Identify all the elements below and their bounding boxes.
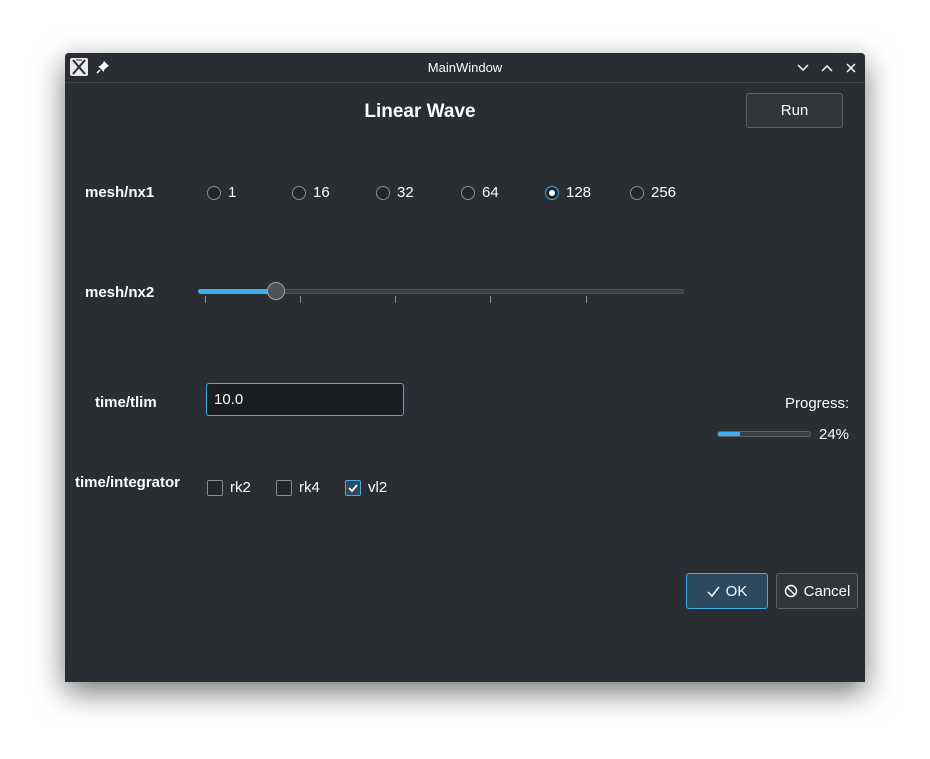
tlim-input[interactable]: 10.0 (206, 383, 404, 416)
radio-option[interactable]: 64 (461, 184, 499, 201)
title-bar: MainWindow (65, 53, 865, 83)
radio-button[interactable] (630, 185, 644, 200)
radio-option-label: 256 (651, 184, 677, 201)
slider-tick (395, 296, 396, 303)
maximize-icon[interactable] (820, 60, 834, 74)
ok-button-label: OK (725, 582, 748, 600)
radio-option-label: 64 (482, 184, 499, 201)
mesh-nx2-label: mesh/nx2 (85, 284, 155, 301)
page-title: Linear Wave (364, 101, 476, 122)
progress-bar (717, 431, 811, 437)
radio-button-selected[interactable] (545, 185, 559, 200)
slider-fill (198, 289, 276, 294)
radio-option[interactable]: 32 (376, 184, 414, 201)
checkbox-option-rk4[interactable]: rk4 (276, 479, 320, 496)
main-window: MainWindow Linear Wave Run mesh/nx1 1 16… (65, 53, 865, 682)
time-tlim-label: time/tlim (95, 394, 157, 411)
radio-option-label: 128 (566, 184, 592, 201)
mesh-nx1-label: mesh/nx1 (85, 184, 155, 201)
checkbox-option-vl2[interactable]: vl2 (345, 479, 387, 496)
radio-option[interactable]: 128 (545, 184, 591, 201)
cancel-icon (784, 584, 797, 598)
checkbox[interactable] (207, 479, 223, 496)
checkbox-label: vl2 (368, 479, 388, 496)
radio-option[interactable]: 16 (292, 184, 330, 201)
minimize-icon[interactable] (796, 60, 810, 74)
progress-label: Progress: (785, 395, 850, 412)
slider-tick (586, 296, 587, 303)
radio-option[interactable]: 1 (207, 184, 236, 201)
radio-button[interactable] (292, 185, 306, 200)
checkbox-option-rk2[interactable]: rk2 (207, 479, 251, 496)
radio-option-label: 16 (313, 184, 330, 201)
time-integrator-label: time/integrator (75, 474, 181, 491)
radio-option[interactable]: 256 (630, 184, 676, 201)
radio-option-label: 1 (228, 184, 237, 201)
checkbox-label: rk2 (230, 479, 251, 496)
radio-button[interactable] (461, 185, 475, 200)
window-title: MainWindow (427, 60, 503, 75)
run-button-label: Run (780, 102, 809, 119)
checkmark-icon (348, 483, 358, 492)
checkbox-checked[interactable] (345, 479, 361, 496)
slider-tick (205, 296, 206, 303)
radio-button[interactable] (207, 185, 221, 200)
ok-button[interactable]: OK (686, 573, 768, 609)
close-icon[interactable] (844, 60, 858, 74)
checkbox-label: rk4 (299, 479, 320, 496)
slider-tick (490, 296, 491, 303)
radio-option-label: 32 (397, 184, 414, 201)
checkbox[interactable] (276, 479, 292, 496)
cancel-button-label: Cancel (803, 582, 851, 600)
cancel-button[interactable]: Cancel (776, 573, 858, 609)
progress-fill (718, 432, 741, 436)
radio-button[interactable] (376, 185, 390, 200)
checkmark-icon (707, 586, 720, 597)
slider-handle[interactable] (266, 282, 285, 300)
progress-value: 24% (819, 426, 850, 443)
slider-tick (300, 296, 301, 303)
run-button[interactable]: Run (746, 93, 843, 128)
